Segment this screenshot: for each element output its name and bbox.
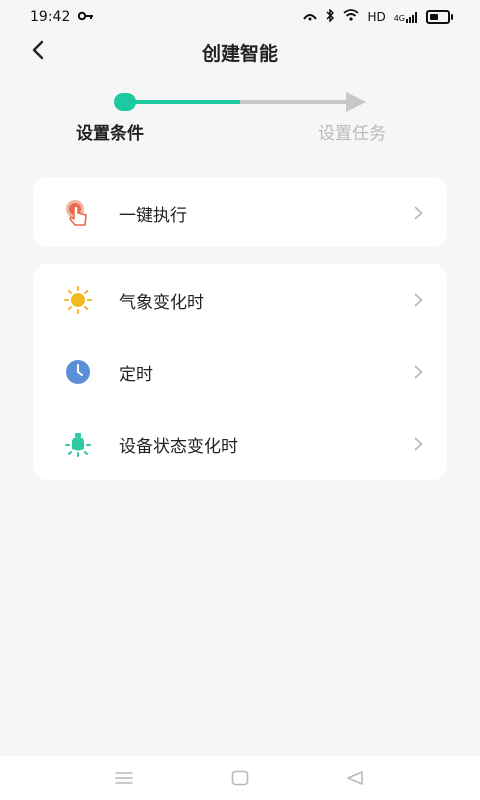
back-triangle-icon[interactable] (343, 768, 367, 788)
status-time: 19:42 (30, 9, 71, 25)
menu-icon[interactable] (112, 768, 136, 788)
condition-row-one-click[interactable]: 一键执行 (33, 177, 447, 249)
step-label-conditions: 设置条件 (76, 124, 144, 144)
wifi-icon (343, 9, 360, 25)
condition-row-timer[interactable]: 定时 (33, 336, 447, 408)
chevron-right-icon (411, 437, 425, 451)
chevron-right-icon (411, 206, 425, 220)
hand-tap-icon (63, 198, 93, 228)
clock-icon (63, 357, 93, 387)
step-label-tasks: 设置任务 (318, 124, 386, 144)
condition-row-device-state[interactable]: 设备状态变化时 (33, 408, 447, 480)
cast-icon (303, 9, 318, 25)
status-bar: 19:42 HD 4G (0, 0, 480, 34)
battery-icon (426, 10, 453, 24)
hd-label: HD (367, 10, 386, 24)
chevron-right-icon (411, 365, 425, 379)
condition-row-weather[interactable]: 气象变化时 (33, 264, 447, 336)
condition-label: 定时 (119, 364, 153, 385)
page-title: 创建智能 (201, 43, 278, 65)
condition-label: 气象变化时 (119, 292, 204, 313)
step-progress-todo (240, 100, 350, 104)
step-arrow-icon (346, 92, 366, 112)
status-left: 19:42 (30, 9, 94, 25)
header: 创建智能 (0, 34, 480, 68)
status-right: HD 4G (303, 7, 453, 26)
network-label: 4G (393, 13, 405, 23)
home-icon[interactable] (228, 768, 252, 788)
stepper: 设置条件 设置任务 (0, 85, 480, 155)
key-icon (78, 10, 94, 25)
step-current-dot (114, 93, 136, 111)
condition-card-auto: 气象变化时 定时 设备状态变化时 (33, 264, 447, 480)
signal-icon: 4G (393, 11, 418, 23)
condition-label: 设备状态变化时 (119, 436, 238, 457)
chevron-right-icon (411, 293, 425, 307)
device-bulb-icon (63, 429, 93, 459)
condition-card-manual: 一键执行 (33, 177, 447, 247)
sun-icon (63, 285, 93, 315)
system-nav-bar (0, 756, 480, 800)
bluetooth-icon (325, 7, 335, 26)
condition-label: 一键执行 (119, 205, 187, 226)
step-progress-done (128, 100, 240, 104)
